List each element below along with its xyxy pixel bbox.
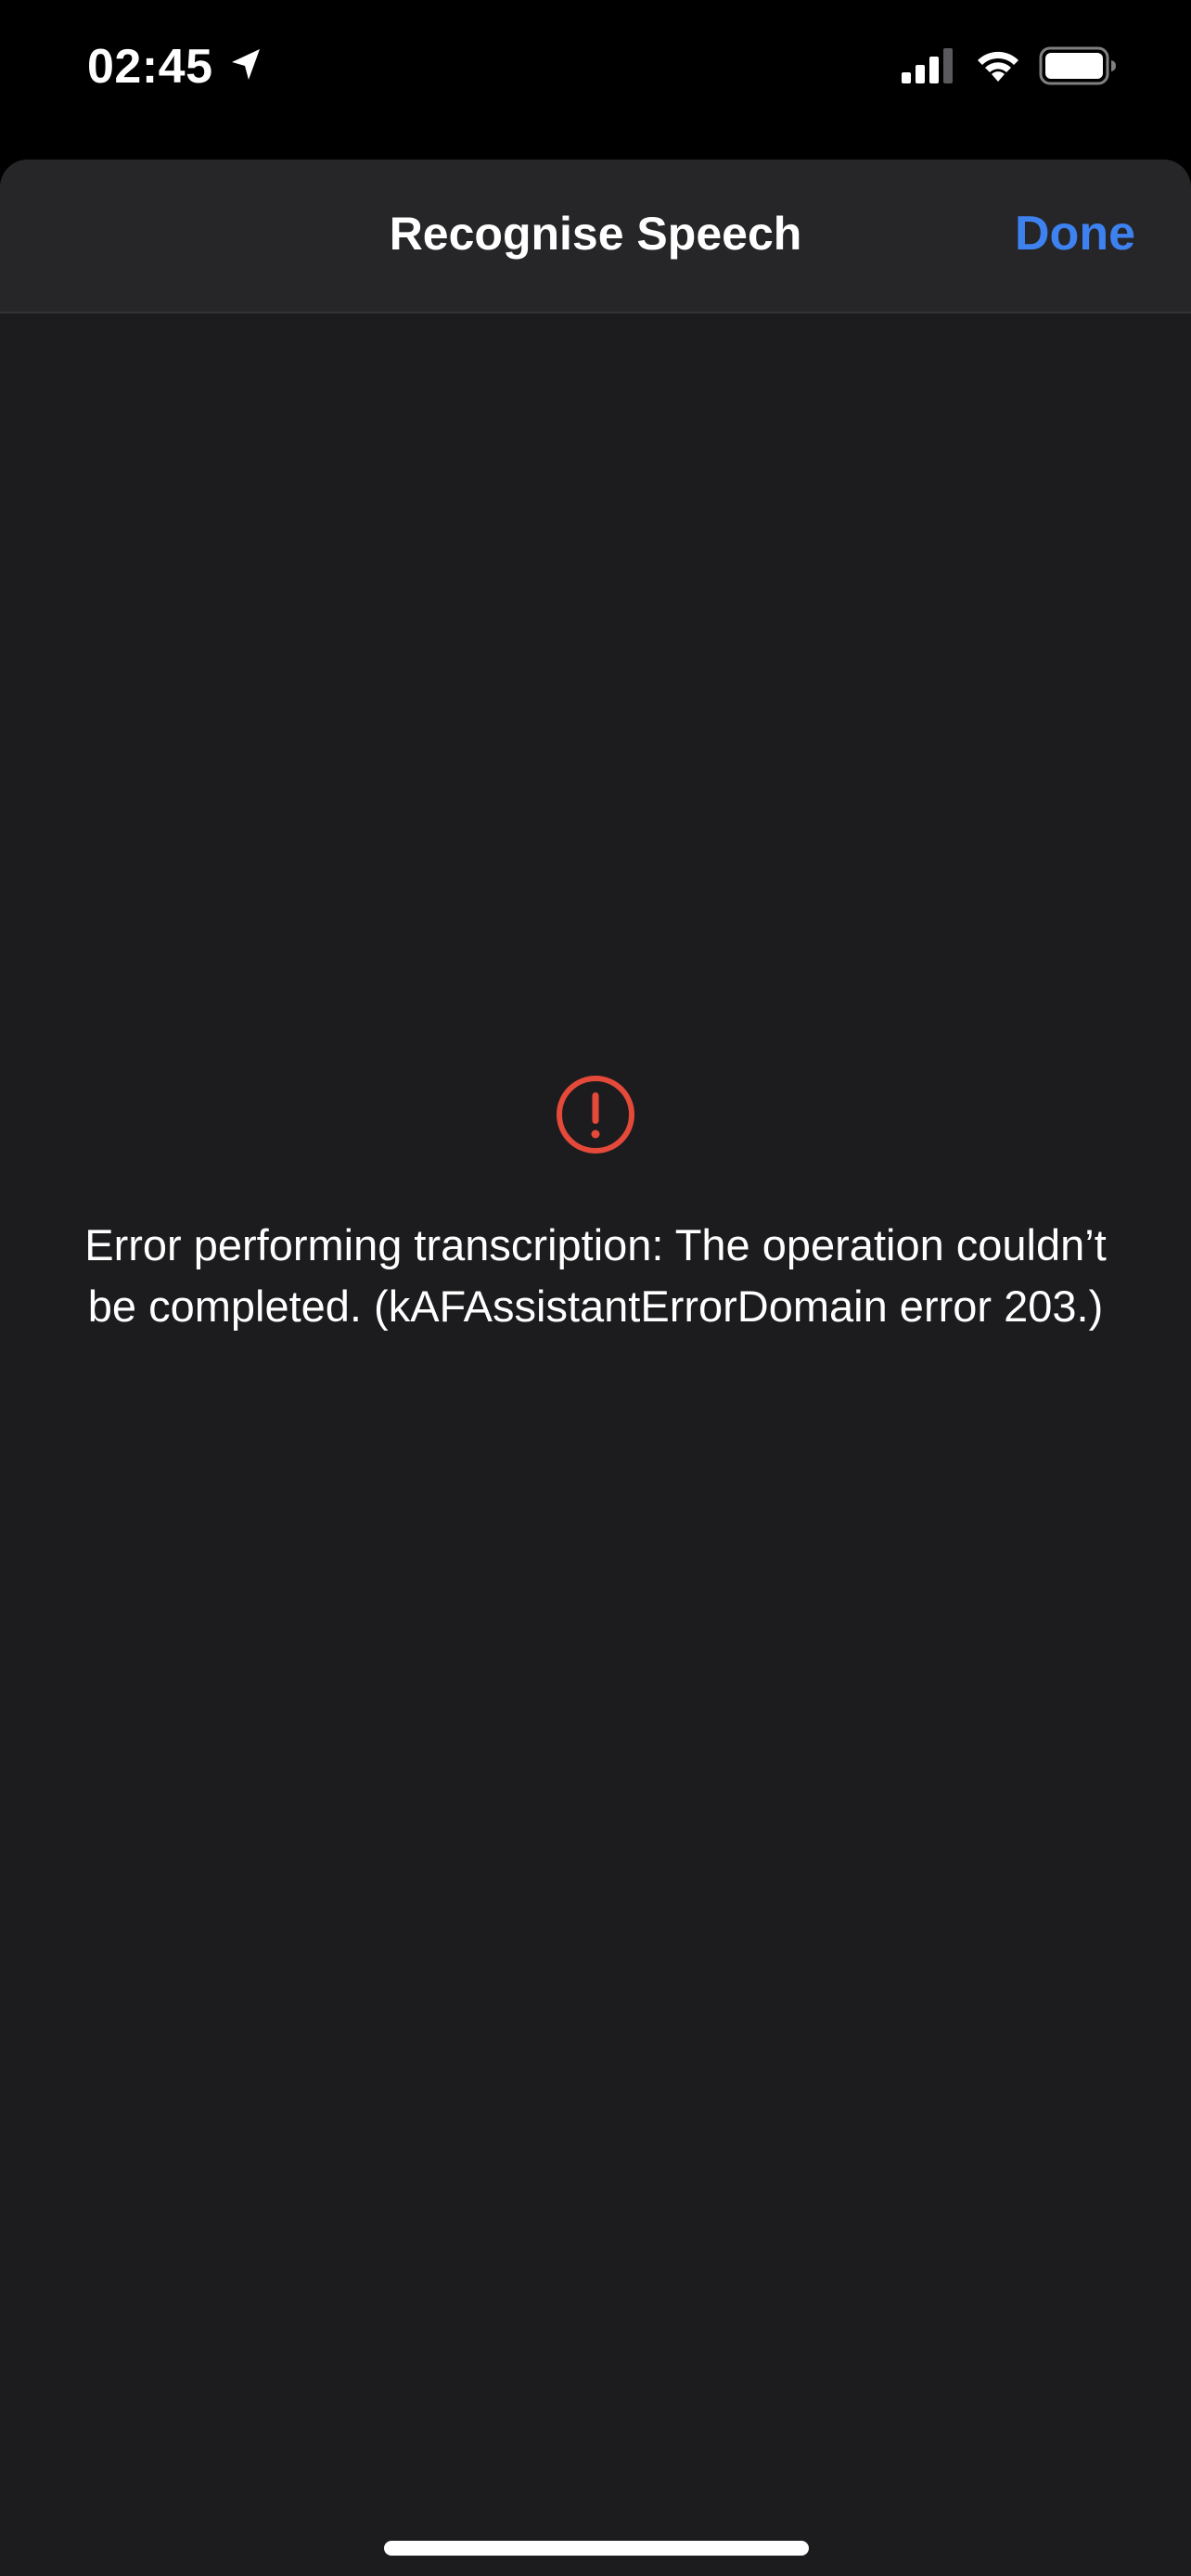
- location-arrow-icon: [232, 49, 260, 80]
- sheet-title: Recognise Speech: [389, 208, 802, 260]
- done-button[interactable]: Done: [1015, 206, 1135, 261]
- screen: 02:45 Recognise Speech Done Error perfor…: [0, 0, 1191, 2576]
- battery-icon: [1039, 46, 1116, 85]
- home-indicator[interactable]: [384, 2541, 809, 2556]
- exclamation-circle-icon: [557, 1076, 634, 1154]
- error-message: Error performing transcription: The oper…: [84, 1220, 1107, 1331]
- status-time: 02:45: [87, 40, 213, 94]
- status-bar: 02:45: [0, 0, 1191, 139]
- wifi-icon: [978, 51, 1018, 82]
- nav-bar: Recognise Speech Done: [0, 159, 1191, 313]
- speech-sheet: Recognise Speech Done: [0, 159, 1191, 2576]
- cellular-signal-icon: [902, 48, 953, 83]
